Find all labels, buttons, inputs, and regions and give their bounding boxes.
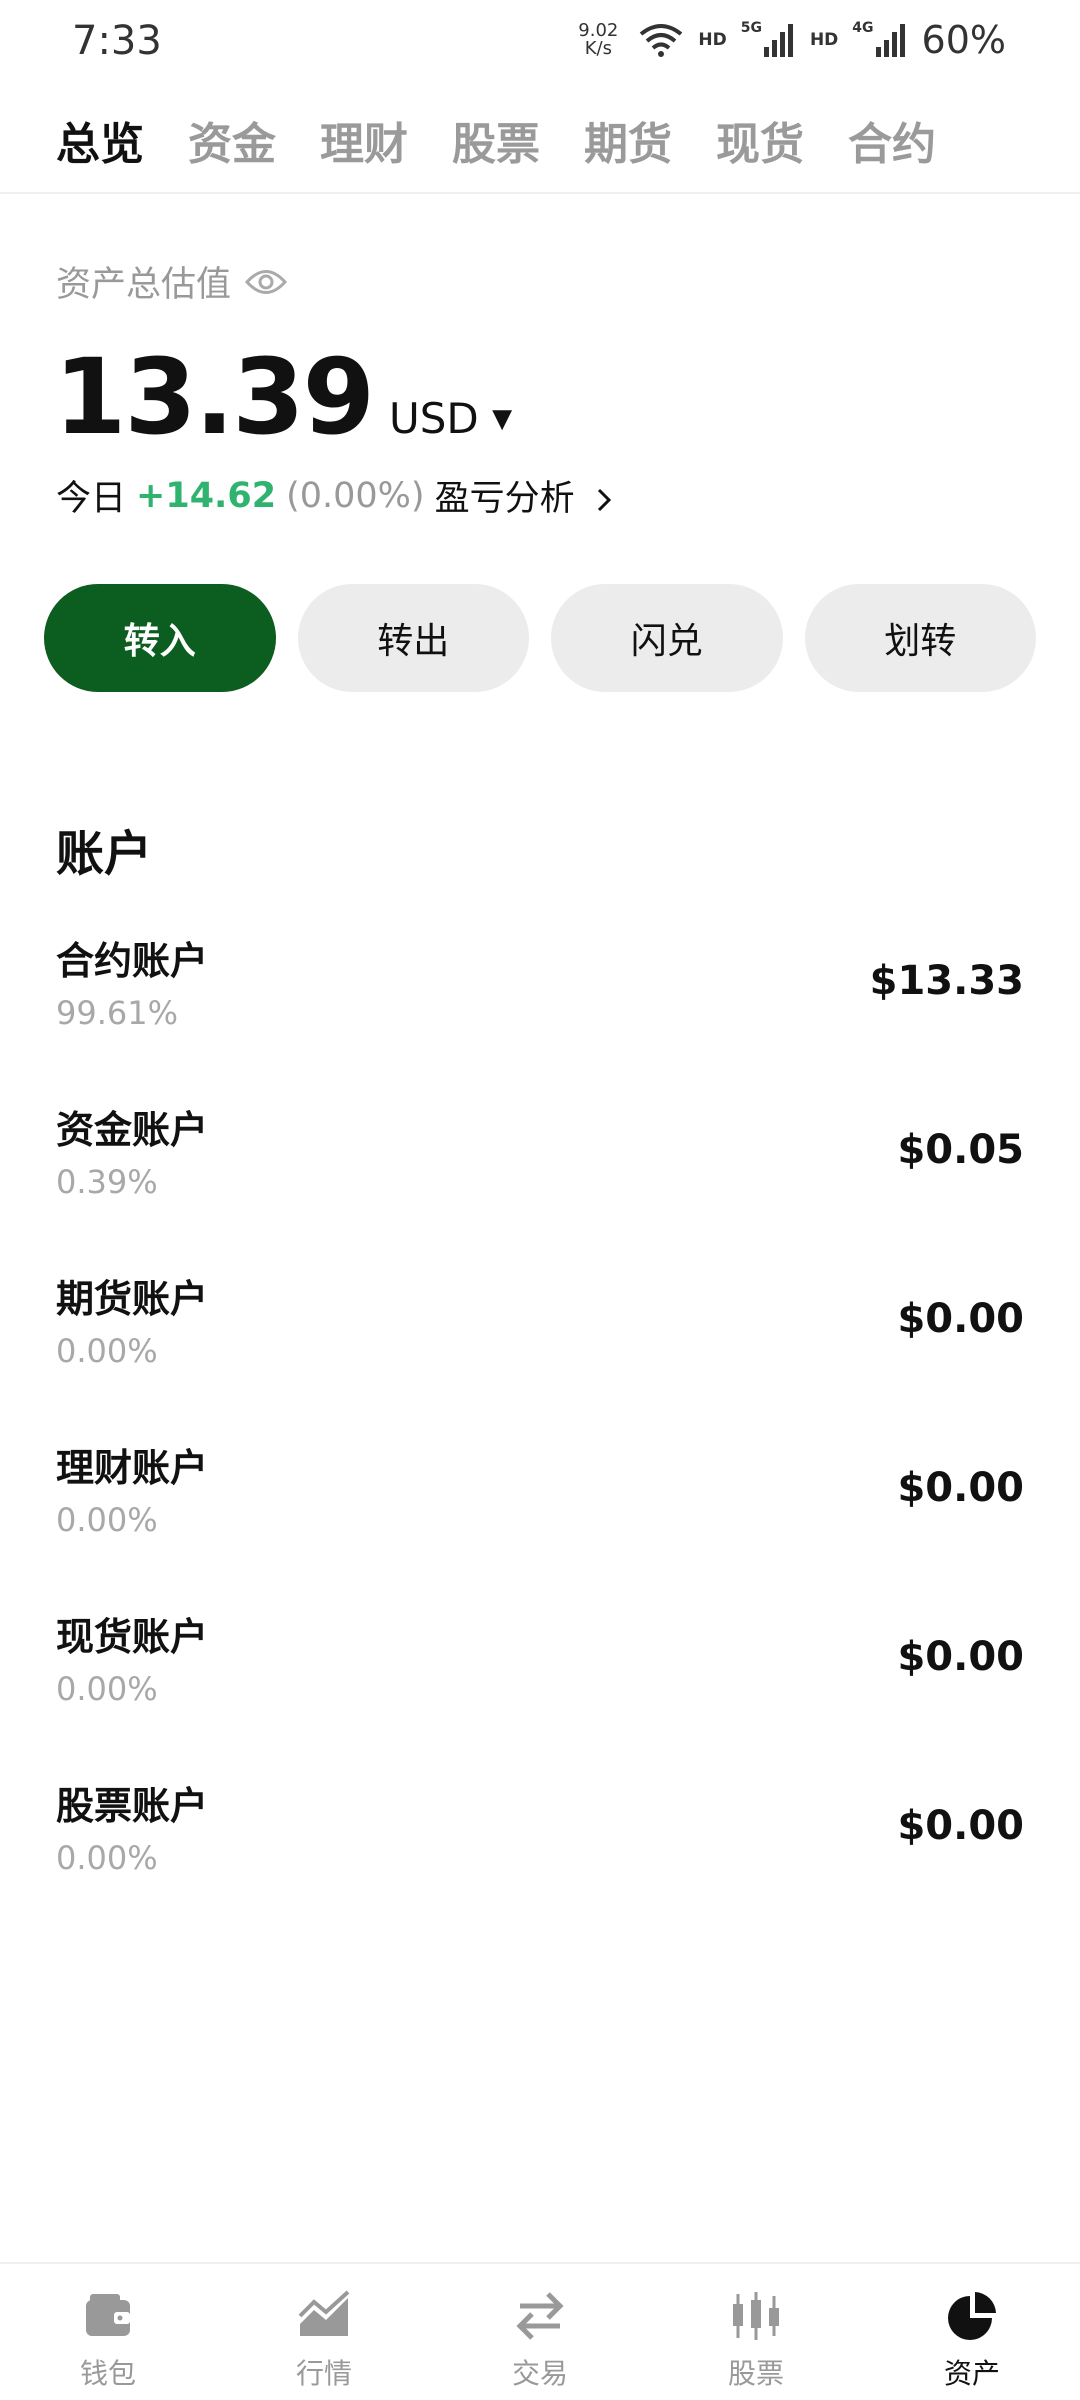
signal-icon-2 <box>875 24 905 57</box>
nav-assets-label: 资产 <box>943 2357 1000 2390</box>
nav-assets[interactable]: 资产 <box>864 2264 1080 2400</box>
nav-stocks[interactable]: 股票 <box>648 2264 864 2400</box>
account-row-earn[interactable]: 理财账户 0.00% $0.00 <box>56 1437 1024 1587</box>
accounts-section-title: 账户 <box>56 826 153 882</box>
tab-earn[interactable]: 理财 <box>320 108 408 172</box>
chevron-right-icon <box>597 488 611 512</box>
account-pct: 0.00% <box>56 1501 158 1539</box>
tab-overview[interactable]: 总览 <box>56 108 144 172</box>
account-row-funding[interactable]: 资金账户 0.39% $0.05 <box>56 1099 1024 1249</box>
account-pct: 99.61% <box>56 994 179 1032</box>
account-pct: 0.39% <box>56 1163 158 1201</box>
battery-level: 60% <box>921 18 1006 62</box>
bottom-nav: 钱包 行情 交易 股票 资产 <box>0 2262 1080 2400</box>
nav-trade[interactable]: 交易 <box>432 2264 648 2400</box>
hd-label-1: HD <box>698 30 727 50</box>
trade-arrows-icon <box>516 2292 564 2340</box>
market-chart-icon <box>298 2290 350 2336</box>
hd-label-2: HD <box>809 30 839 50</box>
withdraw-button[interactable]: 转出 <box>297 584 529 692</box>
account-value: $0.00 <box>897 1634 1024 1680</box>
wifi-icon <box>640 24 683 57</box>
account-name: 资金账户 <box>56 1108 209 1152</box>
pnl-analysis-label: 盈亏分析 <box>434 479 575 519</box>
pnl-analysis-link[interactable]: 盈亏分析 <box>435 470 614 521</box>
nav-market-label: 行情 <box>295 2357 352 2390</box>
asset-total-label-text: 资产总估值 <box>56 265 232 305</box>
status-bar: 7:33 9.02 K/s HD 5G HD 4G 60% <box>0 0 1080 86</box>
tab-funding[interactable]: 资金 <box>188 108 276 172</box>
currency-selector[interactable]: USD ▼ <box>389 394 512 443</box>
today-gain: +14.62 <box>136 475 277 516</box>
network-type-2: 4G <box>852 20 874 36</box>
currency-label: USD <box>388 394 479 443</box>
asset-total-label: 资产总估值 <box>56 256 288 307</box>
nav-wallet[interactable]: 钱包 <box>0 2264 216 2400</box>
nav-market[interactable]: 行情 <box>216 2264 432 2400</box>
account-value: $0.00 <box>897 1296 1024 1342</box>
account-name: 合约账户 <box>56 939 209 983</box>
nav-stocks-label: 股票 <box>727 2357 784 2390</box>
network-speed: 9.02 K/s <box>578 22 618 58</box>
network-speed-unit: K/s <box>584 38 612 59</box>
nav-trade-label: 交易 <box>511 2357 568 2390</box>
account-row-spot[interactable]: 现货账户 0.00% $0.00 <box>56 1606 1024 1756</box>
transfer-button[interactable]: 划转 <box>804 584 1036 692</box>
eye-icon[interactable] <box>245 267 288 297</box>
account-pct: 0.00% <box>56 1670 158 1708</box>
account-value: $0.00 <box>897 1465 1024 1511</box>
tab-stocks[interactable]: 股票 <box>452 108 540 172</box>
today-label: 今日 <box>56 479 127 519</box>
deposit-button[interactable]: 转入 <box>44 584 276 692</box>
status-indicators: 9.02 K/s HD 5G HD 4G 60% <box>578 18 1006 62</box>
tab-contracts[interactable]: 合约 <box>848 108 936 172</box>
action-buttons: 转入 转出 闪兑 划转 <box>44 584 1036 692</box>
total-value-number: 13.39 <box>54 336 375 458</box>
account-name: 理财账户 <box>56 1446 209 1490</box>
account-value: $0.05 <box>897 1127 1024 1173</box>
account-value: $13.33 <box>869 958 1024 1004</box>
status-time: 7:33 <box>72 18 162 64</box>
top-tab-bar: 总览 资金 理财 股票 期货 现货 合约 <box>0 100 1080 194</box>
today-pnl: 今日 +14.62 (0.00%) 盈亏分析 <box>56 470 614 521</box>
account-name: 股票账户 <box>56 1784 209 1828</box>
account-pct: 0.00% <box>56 1839 158 1877</box>
today-pct: (0.00%) <box>286 475 425 516</box>
account-name: 现货账户 <box>56 1615 209 1659</box>
account-name: 期货账户 <box>56 1277 209 1321</box>
pie-chart-icon <box>948 2292 996 2340</box>
wallet-icon <box>86 2294 130 2336</box>
account-pct: 0.00% <box>56 1332 158 1370</box>
convert-button[interactable]: 闪兑 <box>551 584 783 692</box>
account-row-futures[interactable]: 期货账户 0.00% $0.00 <box>56 1268 1024 1418</box>
account-row-contracts[interactable]: 合约账户 99.61% $13.33 <box>56 930 1024 1080</box>
account-value: $0.00 <box>897 1803 1024 1849</box>
candlestick-icon <box>733 2292 779 2340</box>
account-row-stocks[interactable]: 股票账户 0.00% $0.00 <box>56 1775 1024 1925</box>
network-type-1: 5G <box>740 20 762 36</box>
tab-spot[interactable]: 现货 <box>716 108 804 172</box>
signal-icon-1 <box>763 24 793 57</box>
tab-futures[interactable]: 期货 <box>584 108 672 172</box>
nav-wallet-label: 钱包 <box>79 2357 136 2390</box>
caret-down-icon: ▼ <box>492 404 513 434</box>
total-value: 13.39 USD ▼ <box>54 336 512 458</box>
